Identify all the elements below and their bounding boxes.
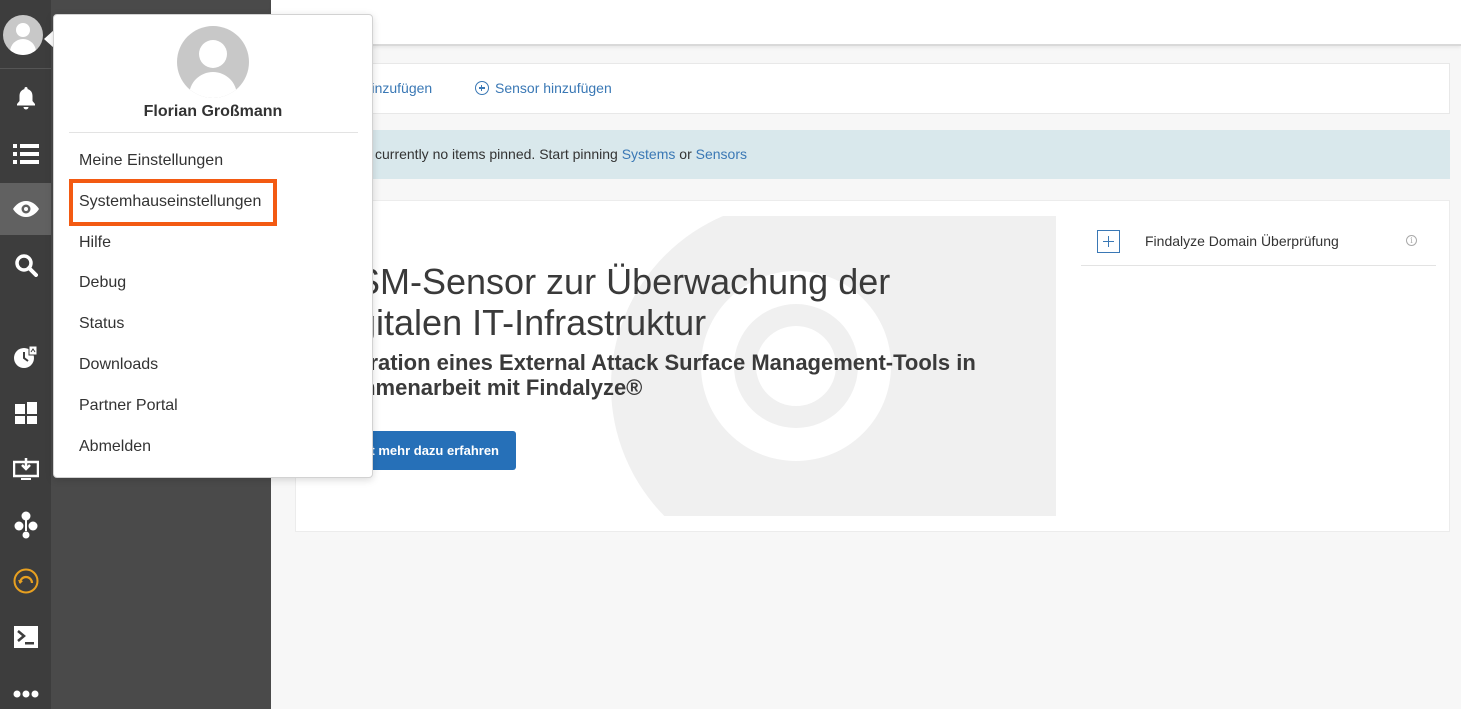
menu-item-debug[interactable]: Debug (79, 274, 126, 292)
hero-title-line2: gitalen IT-Infrastruktur (356, 302, 707, 343)
hero-subtitle-line1: gration eines External Attack Surface Ma… (356, 350, 976, 375)
hero-subtitle-line2: mmenarbeit mit Findalyze® (356, 375, 643, 400)
eye-icon[interactable] (0, 183, 51, 235)
systems-link[interactable]: Systems (622, 146, 676, 162)
menu-item-downloads[interactable]: Downloads (79, 356, 158, 374)
monitor-download-icon[interactable] (0, 443, 51, 495)
search-icon[interactable] (0, 239, 51, 291)
add-sensor-link[interactable]: Sensor hinzufügen (475, 80, 612, 96)
terminal-icon[interactable] (0, 611, 51, 663)
menu-item-partner-portal[interactable]: Partner Portal (79, 397, 178, 415)
hero-title: SM-Sensor zur Überwachung der gitalen IT… (356, 261, 976, 343)
bell-icon[interactable] (0, 72, 51, 124)
list-icon[interactable] (0, 128, 51, 180)
dashboard-icon[interactable] (0, 387, 51, 439)
menu-item-system-house-settings[interactable]: Systemhauseinstellungen (79, 193, 261, 211)
menu-divider (69, 132, 358, 133)
user-name: Florian Großmann (143, 103, 283, 120)
info-icon[interactable]: i (1406, 235, 1417, 246)
nav-rail (0, 0, 51, 709)
top-bar (271, 0, 1461, 46)
network-icon[interactable] (0, 499, 51, 551)
menu-item-my-settings[interactable]: Meine Einstellungen (79, 152, 223, 170)
hero-title-line1: SM-Sensor zur Überwachung der (356, 261, 891, 302)
user-avatar-button[interactable] (3, 15, 43, 55)
learn-more-button[interactable]: t mehr dazu erfahren (356, 431, 516, 470)
pinned-info-bar: currently no items pinned. Start pinning… (295, 130, 1450, 179)
hero-subtitle: gration eines External Attack Surface Ma… (356, 350, 996, 400)
plus-circle-icon (475, 81, 489, 95)
menu-item-help[interactable]: Hilfe (79, 234, 111, 252)
sensors-link[interactable]: Sensors (696, 146, 747, 162)
clock-report-icon[interactable] (0, 331, 51, 383)
findalyze-domain-check-item[interactable]: Findalyze Domain Überprüfung i (1081, 223, 1436, 266)
backup-icon[interactable] (0, 555, 51, 607)
plus-box-icon[interactable] (1097, 230, 1120, 253)
more-icon[interactable] (0, 668, 51, 709)
action-bar: n hinzufügen Sensor hinzufügen (295, 63, 1450, 114)
rail-divider (0, 68, 51, 69)
menu-item-status[interactable]: Status (79, 315, 124, 333)
menu-user-avatar (177, 26, 249, 98)
info-text: currently no items pinned. Start pinning (375, 146, 618, 162)
user-menu: Florian Großmann Meine Einstellungen Sys… (53, 14, 373, 478)
info-or-text: or (679, 146, 692, 162)
findalyze-domain-check-label: Findalyze Domain Überprüfung (1145, 233, 1339, 249)
add-sensor-label: Sensor hinzufügen (495, 80, 612, 96)
menu-item-logout[interactable]: Abmelden (79, 438, 151, 456)
promo-card: SM-Sensor zur Überwachung der gitalen IT… (295, 200, 1450, 532)
